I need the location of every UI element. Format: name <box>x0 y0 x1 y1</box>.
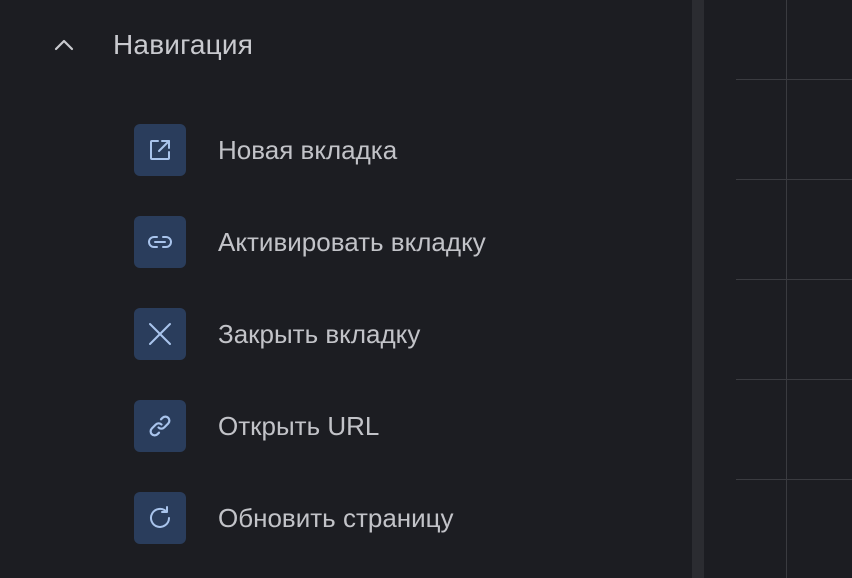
refresh-icon <box>134 492 186 544</box>
section-title: Навигация <box>113 29 254 60</box>
canvas-grid-line <box>736 79 852 80</box>
node-item-label: Активировать вкладку <box>218 226 486 257</box>
chevron-up-icon[interactable] <box>48 29 80 61</box>
node-item-label: Закрыть вкладку <box>218 318 421 349</box>
workflow-canvas[interactable] <box>704 0 852 578</box>
nodes-panel: Навигация Новая вкладка Активировать вкл… <box>0 0 692 578</box>
canvas-grid-line <box>736 379 852 380</box>
node-item-activate-tab[interactable]: Активировать вкладку <box>134 216 486 268</box>
node-item-label: Обновить страницу <box>218 502 454 533</box>
panel-resize-handle[interactable] <box>692 0 704 578</box>
node-item-label: Открыть URL <box>218 410 380 441</box>
node-item-open-url[interactable]: Открыть URL <box>134 400 379 452</box>
canvas-grid-line <box>736 179 852 180</box>
canvas-grid-line <box>736 279 852 280</box>
close-icon <box>134 308 186 360</box>
canvas-grid-line <box>736 479 852 480</box>
node-item-reload-page[interactable]: Обновить страницу <box>134 492 454 544</box>
app-root: Навигация Новая вкладка Активировать вкл… <box>0 0 852 578</box>
node-item-label: Новая вкладка <box>218 134 398 165</box>
node-item-close-tab[interactable]: Закрыть вкладку <box>134 308 420 360</box>
node-item-new-tab[interactable]: Новая вкладка <box>134 124 397 176</box>
canvas-grid-line <box>786 0 787 578</box>
chain-link-icon <box>134 400 186 452</box>
link-icon <box>134 216 186 268</box>
external-link-icon <box>134 124 186 176</box>
section-header-navigation[interactable]: Навигация <box>48 20 253 70</box>
